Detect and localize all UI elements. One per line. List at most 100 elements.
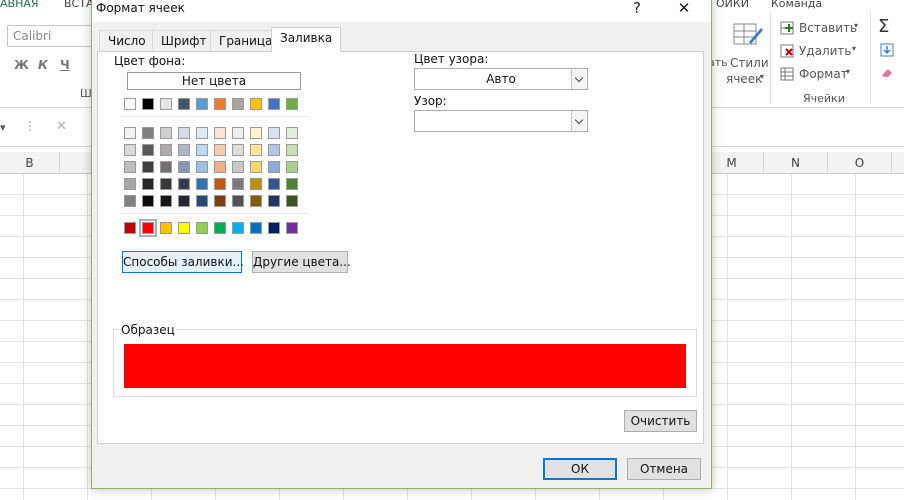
theme-tint-swatch[interactable]: [142, 161, 154, 173]
theme-tint-swatch[interactable]: [124, 127, 136, 139]
theme-color-swatch[interactable]: [250, 98, 262, 110]
pattern-style-select[interactable]: [414, 110, 588, 132]
theme-tint-swatch[interactable]: [268, 178, 280, 190]
theme-tint-swatch[interactable]: [286, 127, 298, 139]
theme-tint-swatch[interactable]: [232, 161, 244, 173]
delete-label[interactable]: Удалить: [799, 44, 852, 58]
theme-tint-swatch[interactable]: [178, 127, 190, 139]
insert-label[interactable]: Вставить: [799, 21, 857, 35]
clear-icon[interactable]: [880, 66, 894, 80]
theme-tint-swatch[interactable]: [178, 178, 190, 190]
ribbon-tab-settings[interactable]: ОЙКИ: [716, 0, 749, 10]
delete-cells-icon[interactable]: [780, 44, 794, 58]
tab-number[interactable]: Число: [99, 30, 155, 51]
theme-tint-swatch[interactable]: [178, 161, 190, 173]
theme-tint-swatch[interactable]: [286, 195, 298, 207]
theme-tint-swatch[interactable]: [214, 161, 226, 173]
theme-color-swatch[interactable]: [286, 98, 298, 110]
theme-tint-swatch[interactable]: [124, 144, 136, 156]
theme-tint-swatch[interactable]: [178, 144, 190, 156]
theme-tint-swatch[interactable]: [196, 178, 208, 190]
theme-tint-swatch[interactable]: [268, 161, 280, 173]
theme-tint-swatch[interactable]: [232, 144, 244, 156]
styles-dropdown-icon[interactable]: ▾: [760, 72, 764, 81]
format-dropdown-icon[interactable]: ▾: [846, 67, 850, 76]
standard-color-swatch[interactable]: [196, 222, 208, 234]
standard-color-swatch[interactable]: [178, 222, 190, 234]
underline-button[interactable]: Ч: [60, 58, 70, 72]
help-button[interactable]: ?: [625, 0, 649, 18]
theme-tint-swatch[interactable]: [286, 161, 298, 173]
fill-effects-button[interactable]: Способы заливки...: [122, 251, 244, 273]
theme-tint-swatch[interactable]: [250, 144, 262, 156]
theme-tint-swatch[interactable]: [214, 178, 226, 190]
italic-button[interactable]: К: [38, 58, 48, 72]
theme-tint-swatch[interactable]: [214, 144, 226, 156]
ribbon-tab-team[interactable]: Команда: [771, 0, 822, 10]
name-box-dropdown-icon[interactable]: ▾: [0, 121, 6, 134]
theme-tint-swatch[interactable]: [268, 127, 280, 139]
theme-tint-swatch[interactable]: [124, 161, 136, 173]
theme-tint-swatch[interactable]: [142, 127, 154, 139]
theme-tint-swatch[interactable]: [250, 127, 262, 139]
theme-tint-swatch[interactable]: [250, 178, 262, 190]
theme-tint-swatch[interactable]: [160, 178, 172, 190]
theme-tint-swatch[interactable]: [160, 195, 172, 207]
column-header-o[interactable]: O: [828, 152, 892, 174]
theme-tint-swatch[interactable]: [142, 178, 154, 190]
theme-color-swatch[interactable]: [268, 98, 280, 110]
close-button[interactable]: ✕: [672, 0, 696, 18]
theme-tint-swatch[interactable]: [124, 178, 136, 190]
theme-tint-swatch[interactable]: [268, 195, 280, 207]
theme-tint-swatch[interactable]: [196, 195, 208, 207]
cancel-button[interactable]: Отмена: [627, 458, 701, 480]
theme-color-swatch[interactable]: [214, 98, 226, 110]
fill-down-icon[interactable]: [880, 43, 894, 57]
styles-label-1[interactable]: Стили: [730, 56, 769, 70]
standard-color-swatch[interactable]: [268, 222, 280, 234]
tab-font[interactable]: Шрифт: [152, 30, 216, 51]
standard-color-swatch[interactable]: [139, 219, 157, 237]
cancel-entry-icon[interactable]: ✕: [56, 119, 67, 134]
theme-tint-swatch[interactable]: [250, 195, 262, 207]
theme-tint-swatch[interactable]: [232, 195, 244, 207]
bold-button[interactable]: Ж: [14, 58, 29, 72]
theme-tint-swatch[interactable]: [196, 144, 208, 156]
standard-color-swatch[interactable]: [160, 222, 172, 234]
insert-cells-icon[interactable]: [780, 21, 794, 35]
theme-color-swatch[interactable]: [142, 98, 154, 110]
theme-tint-swatch[interactable]: [286, 178, 298, 190]
standard-color-swatch[interactable]: [214, 222, 226, 234]
theme-tint-swatch[interactable]: [196, 127, 208, 139]
theme-tint-swatch[interactable]: [160, 144, 172, 156]
theme-tint-swatch[interactable]: [232, 127, 244, 139]
theme-color-swatch[interactable]: [232, 98, 244, 110]
theme-color-swatch[interactable]: [178, 98, 190, 110]
theme-tint-swatch[interactable]: [160, 127, 172, 139]
chevron-down-icon[interactable]: [571, 111, 587, 131]
theme-tint-swatch[interactable]: [286, 144, 298, 156]
chevron-down-icon[interactable]: [571, 69, 587, 89]
format-label[interactable]: Формат: [799, 67, 848, 81]
standard-color-swatch[interactable]: [232, 222, 244, 234]
insert-dropdown-icon[interactable]: ▾: [854, 21, 858, 30]
theme-tint-swatch[interactable]: [196, 161, 208, 173]
theme-tint-swatch[interactable]: [142, 195, 154, 207]
format-cells-icon[interactable]: [780, 67, 794, 81]
theme-tint-swatch[interactable]: [268, 144, 280, 156]
column-header-b[interactable]: В: [0, 152, 60, 174]
clear-button[interactable]: Очистить: [624, 410, 697, 432]
delete-dropdown-icon[interactable]: ▾: [852, 44, 856, 53]
theme-color-swatch[interactable]: [124, 98, 136, 110]
font-name-box[interactable]: Calibri: [7, 25, 99, 47]
theme-tint-swatch[interactable]: [160, 161, 172, 173]
standard-color-swatch[interactable]: [250, 222, 262, 234]
theme-tint-swatch[interactable]: [214, 127, 226, 139]
standard-color-swatch[interactable]: [124, 222, 136, 234]
dialog-titlebar[interactable]: Формат ячеек ? ✕: [92, 0, 711, 22]
theme-tint-swatch[interactable]: [214, 195, 226, 207]
pattern-color-select[interactable]: Авто: [414, 68, 588, 90]
tab-fill[interactable]: Заливка: [271, 27, 342, 52]
theme-tint-swatch[interactable]: [124, 195, 136, 207]
ribbon-tab-home[interactable]: АВНАЯ: [0, 0, 39, 10]
